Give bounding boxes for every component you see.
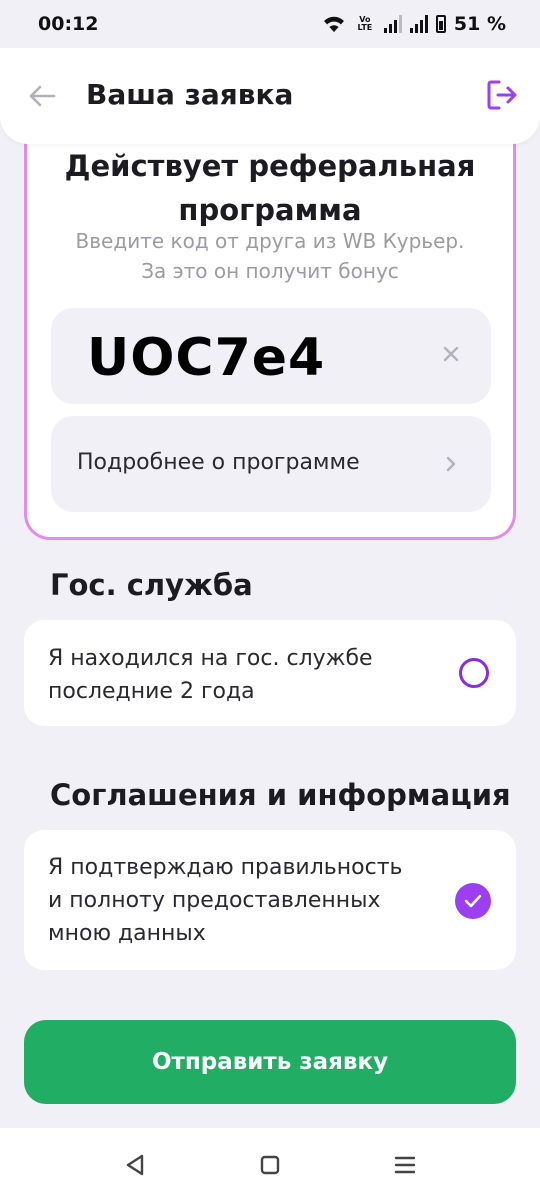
referral-title: Действует реферальная программа	[64, 149, 476, 227]
gov-service-title: Гос. служба	[50, 568, 253, 602]
nav-menu-button[interactable]	[390, 1150, 420, 1180]
agreement-option[interactable]: Я подтверждаю правильность и полноту пре…	[24, 830, 516, 970]
nav-home-button[interactable]	[255, 1150, 285, 1180]
screen: 00:12 Vo LTE 51 % Ваша заявка Действует …	[0, 0, 540, 1200]
volte-label: Vo LTE	[357, 15, 373, 32]
battery-percent: 51 %	[453, 13, 506, 35]
signal-icon-2	[409, 15, 428, 33]
square-home-icon	[260, 1155, 280, 1175]
status-bar: 00:12 Vo LTE 51 %	[0, 0, 540, 48]
agreement-checkbox[interactable]	[455, 883, 491, 919]
close-icon	[443, 346, 459, 362]
checkmark-icon	[464, 894, 482, 908]
referral-subtitle: Введите код от друга из WB Курьер. За эт…	[75, 229, 465, 283]
signal-icon-1	[383, 15, 402, 33]
triangle-back-icon	[126, 1154, 144, 1176]
referral-card: Действует реферальная программа Введите …	[24, 110, 516, 540]
wifi-icon	[323, 16, 344, 32]
program-details-label: Подробнее о программе	[77, 450, 360, 475]
gov-service-option[interactable]: Я находился на гос. службе последние 2 г…	[24, 620, 516, 726]
arrow-left-icon	[29, 85, 56, 107]
nav-back-button[interactable]	[120, 1150, 150, 1180]
status-time: 00:12	[38, 13, 99, 35]
back-button[interactable]	[28, 80, 56, 112]
page-title: Ваша заявка	[86, 78, 294, 111]
status-icons: Vo LTE 51 %	[322, 13, 506, 35]
logout-button[interactable]	[486, 78, 518, 112]
menu-icon	[394, 1156, 416, 1174]
system-nav-bar	[0, 1128, 540, 1200]
referral-code-input[interactable]: UOC7e4	[51, 308, 491, 404]
battery-icon	[435, 15, 446, 33]
submit-application-button[interactable]: Отправить заявку	[24, 1020, 516, 1104]
app-header: Ваша заявка	[0, 48, 540, 144]
agreements-title: Соглашения и информация	[50, 778, 511, 812]
program-details-button[interactable]: Подробнее о программе	[51, 416, 491, 512]
gov-service-label: Я находился на гос. службе последние 2 г…	[48, 646, 373, 704]
clear-input-button[interactable]	[441, 344, 461, 364]
logout-icon	[487, 80, 517, 110]
gov-service-radio[interactable]	[459, 658, 489, 688]
referral-code-value: UOC7e4	[87, 328, 326, 388]
chevron-right-icon	[446, 456, 456, 472]
agreement-label: Я подтверждаю правильность и полноту пре…	[48, 855, 403, 946]
